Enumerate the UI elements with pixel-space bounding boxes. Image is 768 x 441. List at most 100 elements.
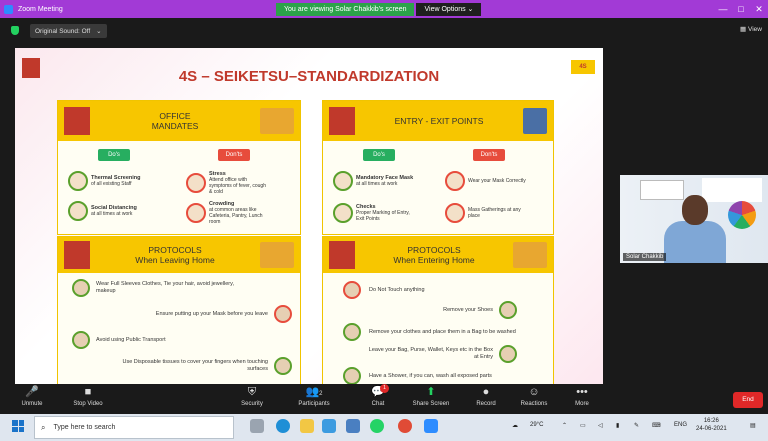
leaving-home-heading: PROTOCOLS When Leaving Home [135, 245, 215, 265]
taskbar-clock[interactable]: 16:26 24-06-2021 [696, 417, 727, 433]
panel-logo [329, 241, 355, 269]
viewing-banner: You are viewing Solar Chakkib's screen V… [276, 3, 482, 16]
item-desc: Proper Marking of Entry, Exit Points [356, 210, 410, 222]
keyboard-icon[interactable]: ⌨ [652, 422, 661, 429]
meeting-top-bar [0, 18, 768, 42]
muted-mic-icon: 🎤 [25, 386, 39, 398]
protocol-text: Remove your Shoes [443, 306, 493, 313]
notifications-icon[interactable]: ▤ [750, 422, 756, 429]
whatsapp-icon[interactable] [370, 419, 384, 433]
zoom-taskbar-icon[interactable] [424, 419, 438, 433]
list-item: Wear Full Sleeves Clothes, Tie your hair… [72, 279, 246, 297]
stop-video-button[interactable]: ■ Stop Video [68, 386, 108, 407]
minimize-button[interactable]: — [714, 0, 732, 18]
maximize-button[interactable]: □ [732, 0, 750, 18]
store-icon[interactable] [322, 419, 336, 433]
mask-icon [274, 305, 292, 323]
chrome-icon[interactable] [398, 419, 412, 433]
taskbar-search-input[interactable]: ⌕ Type here to search [34, 416, 234, 439]
social-distancing-icon [68, 201, 88, 221]
clock-time: 16:26 [703, 418, 719, 424]
pen-icon[interactable]: ✎ [634, 422, 639, 429]
list-item: Crowding at common areas like Cafeteria, … [186, 201, 269, 225]
list-item: Social Distancing at all times at work [68, 201, 151, 221]
participant-video-tile[interactable]: Solar Chakkib [620, 175, 768, 263]
list-item: Wear your Mask Correctly [445, 171, 528, 191]
donts-tag: Don'ts [473, 149, 505, 161]
list-item: Stress Attend office with symptoms of fev… [186, 171, 269, 195]
protocol-text: Remove your clothes and place them in a … [369, 328, 516, 335]
list-item: Avoid using Public Transport [72, 331, 246, 349]
clothes-bag-icon [343, 323, 361, 341]
battery-icon[interactable]: ▮ [616, 422, 619, 429]
protocol-text: Leave your Bag, Purse, Wallet, Keys etc … [368, 347, 493, 360]
chat-notification-badge: 1 [380, 384, 389, 393]
no-touch-icon [343, 281, 361, 299]
zoom-app-icon [4, 4, 13, 14]
panel-logo [64, 107, 90, 135]
reactions-button[interactable]: ☺ Reactions [514, 386, 554, 407]
tissue-icon [274, 357, 292, 375]
protocol-text: Do Not Touch anything [369, 286, 425, 293]
entry-exit-header: ENTRY - EXIT POINTS [323, 101, 553, 141]
task-view-icon[interactable] [250, 419, 264, 433]
edge-browser-icon[interactable] [276, 419, 290, 433]
weather-icon[interactable]: ☁ [512, 422, 518, 429]
list-item: Remove your clothes and place them in a … [343, 323, 519, 341]
language-indicator[interactable]: ENG [674, 422, 687, 428]
close-window-button[interactable]: ✕ [750, 0, 768, 18]
share-screen-button[interactable]: ⬆ Share Screen [408, 386, 454, 407]
dos-tag: Do's [363, 149, 395, 161]
participants-icon: 👥2 [305, 386, 323, 398]
more-label: More [575, 401, 589, 407]
reactions-label: Reactions [520, 401, 548, 407]
face-mask-icon [333, 171, 353, 191]
slide-title: 4S – SEIKETSU–STANDARDIZATION [178, 68, 440, 85]
list-item: Use Disposable tissues to cover your fin… [118, 357, 292, 375]
original-sound-toggle[interactable]: Original Sound: Off ⌄ [30, 24, 107, 38]
weather-temperature[interactable]: 29°C [530, 422, 543, 428]
record-button[interactable]: ● Record [466, 386, 506, 407]
network-icon[interactable]: ▭ [580, 422, 586, 429]
list-item: Have a Shower, if you can, wash all expo… [343, 367, 519, 384]
record-icon: ● [482, 386, 490, 398]
chevron-down-icon: ⌄ [96, 28, 102, 35]
reactions-icon: ☺ [528, 386, 540, 398]
encryption-shield-icon[interactable] [11, 26, 19, 35]
list-item: Do Not Touch anything [343, 281, 519, 299]
record-label: Record [476, 401, 496, 407]
view-options-button[interactable]: View Options ⌄ [416, 3, 482, 16]
share-screen-label: Share Screen [412, 401, 450, 407]
car-icon [72, 331, 90, 349]
clock-date: 24-06-2021 [696, 426, 727, 432]
chat-button[interactable]: 💬 Chat [358, 386, 398, 407]
more-button[interactable]: ••• More [562, 386, 602, 407]
wall-chart-graphic [728, 201, 756, 229]
protocol-text: Use Disposable tissues to cover your fin… [122, 359, 268, 372]
office-mandates-panel: OFFICE MANDATES Do's Don'ts Thermal Scre… [57, 100, 301, 235]
windows-start-icon[interactable] [12, 420, 24, 432]
camera-app-icon[interactable] [346, 419, 360, 433]
chevron-up-icon[interactable]: ⌃ [562, 422, 567, 429]
slide-corner-badge: 4S [571, 60, 595, 74]
list-item: Remove your Shoes [363, 301, 517, 319]
view-label: View [748, 26, 762, 33]
chat-label: Chat [371, 401, 385, 407]
chat-bubble-icon: 💬 [371, 386, 385, 398]
thermal-screening-icon [68, 171, 88, 191]
participants-button[interactable]: 👥2 Participants [294, 386, 334, 407]
unmute-button[interactable]: 🎤 Unmute [12, 386, 52, 407]
list-item: Mass Gatherings at any place [445, 203, 528, 223]
speaker-icon[interactable]: ◁ [598, 422, 603, 429]
file-explorer-icon[interactable] [300, 419, 314, 433]
end-meeting-button[interactable]: End [733, 392, 763, 408]
leaving-home-icon [260, 242, 294, 268]
mask-correctly-icon [445, 171, 465, 191]
view-layout-button[interactable]: ▦ View [740, 25, 762, 33]
office-mandates-header: OFFICE MANDATES [58, 101, 300, 141]
security-button[interactable]: ⛨ Security [232, 386, 272, 407]
entry-exit-panel: ENTRY - EXIT POINTS Do's Don'ts Mandator… [322, 100, 554, 235]
leaving-home-panel: PROTOCOLS When Leaving Home Wear Full Sl… [57, 236, 301, 384]
mass-gatherings-icon [445, 203, 465, 223]
item-desc: at all times at work [91, 211, 133, 217]
